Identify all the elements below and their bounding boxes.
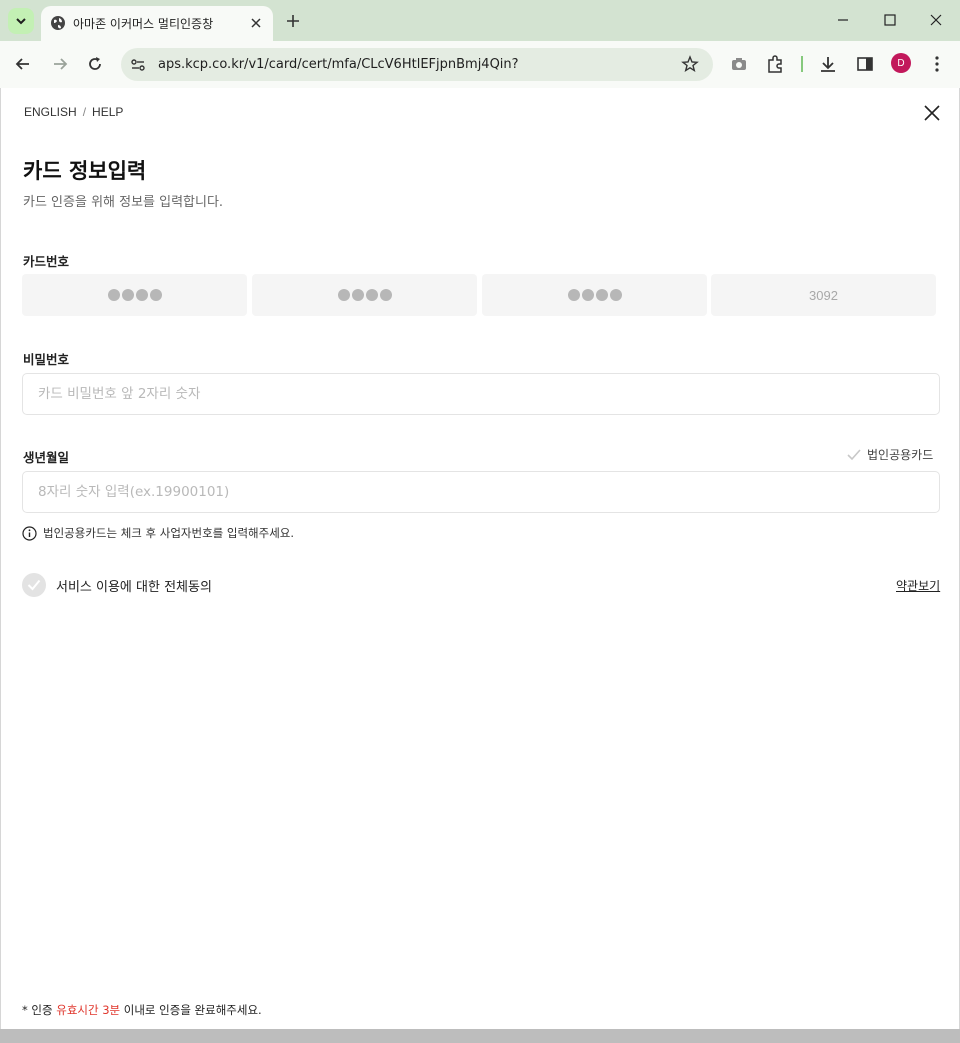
extensions-icon[interactable] [765,54,785,74]
corporate-card-notice: 법인공용카드는 체크 후 사업자번호를 입력해주세요. [22,525,294,541]
footer-highlight: 유효시간 3분 [56,1003,121,1017]
tab-title: 아마존 이커머스 멀티인증창 [73,17,214,31]
time-limit-notice: * 인증 유효시간 3분 이내로 인증을 완료해주세요. [22,1002,262,1018]
masked-digits [567,289,622,301]
close-icon[interactable] [923,104,941,122]
camera-icon[interactable] [729,54,749,74]
url-text: aps.kcp.co.kr/v1/card/cert/mfa/CLcV6HtlE… [158,57,519,72]
masked-digits [337,289,392,301]
toolbar-separator [801,56,803,72]
corporate-card-label: 법인공용카드 [867,448,934,462]
tab-search-button[interactable] [8,8,34,34]
card-number-group-3[interactable] [482,274,707,316]
info-icon [22,525,37,541]
page-title: 카드 정보입력 [23,159,147,183]
close-tab-icon[interactable] [249,16,263,30]
browser-tab[interactable]: 아마존 이커머스 멀티인증창 [41,6,273,41]
more-menu-icon[interactable] [927,54,947,74]
profile-avatar[interactable]: D [891,53,911,73]
notice-text: 법인공용카드는 체크 후 사업자번호를 입력해주세요. [43,526,295,540]
globe-icon [51,16,65,30]
check-circle-icon [22,573,46,597]
card-number-group-4[interactable]: 3092 [711,274,936,316]
view-terms-link[interactable]: 약관보기 [896,577,940,594]
back-arrow-icon[interactable] [12,53,34,75]
address-bar[interactable]: aps.kcp.co.kr/v1/card/cert/mfa/CLcV6HtlE… [121,48,713,81]
check-icon [847,448,861,460]
agree-all-checkbox[interactable]: 서비스 이용에 대한 전체동의 [22,573,212,597]
masked-digits [107,289,162,301]
minimize-icon[interactable] [833,10,853,30]
browser-toolbar: aps.kcp.co.kr/v1/card/cert/mfa/CLcV6HtlE… [0,41,960,88]
corporate-card-checkbox[interactable]: 법인공용카드 [847,446,933,463]
card-number-group-2[interactable] [252,274,477,316]
link-separator: / [82,105,87,119]
window-bottom-edge [0,1029,960,1043]
maximize-icon[interactable] [880,10,900,30]
help-link[interactable]: HELP [92,105,123,119]
browser-chrome: 아마존 이커머스 멀티인증창 aps.kcp.co.kr/v1/card/cer… [0,0,960,88]
password-label: 비밀번호 [23,352,70,367]
site-info-icon[interactable] [130,57,146,73]
card-auth-page: ENGLISH / HELP 카드 정보입력 카드 인증을 위해 정보를 입력합… [0,88,960,1029]
birthdate-label: 생년월일 [23,450,70,465]
card-number-label: 카드번호 [23,254,70,269]
footer-suffix: 이내로 인증을 완료해주세요. [120,1003,262,1017]
card-password-input[interactable] [22,373,940,415]
new-tab-icon[interactable] [283,11,303,31]
bookmark-star-icon[interactable] [681,55,699,73]
forward-arrow-icon[interactable] [49,53,71,75]
side-panel-icon[interactable] [855,54,875,74]
birthdate-input[interactable] [22,471,940,513]
chevron-down-icon [16,18,26,25]
footer-prefix: * 인증 [22,1003,57,1017]
download-icon[interactable] [818,54,838,74]
card-number-group-1[interactable] [22,274,247,316]
page-subtitle: 카드 인증을 위해 정보를 입력합니다. [23,195,224,210]
tab-strip: 아마존 이커머스 멀티인증창 [0,0,960,41]
reload-icon[interactable] [84,53,106,75]
language-help-links: ENGLISH / HELP [24,105,123,119]
agree-all-label: 서비스 이용에 대한 전체동의 [56,579,212,595]
english-link[interactable]: ENGLISH [24,105,77,119]
close-window-icon[interactable] [926,10,946,30]
